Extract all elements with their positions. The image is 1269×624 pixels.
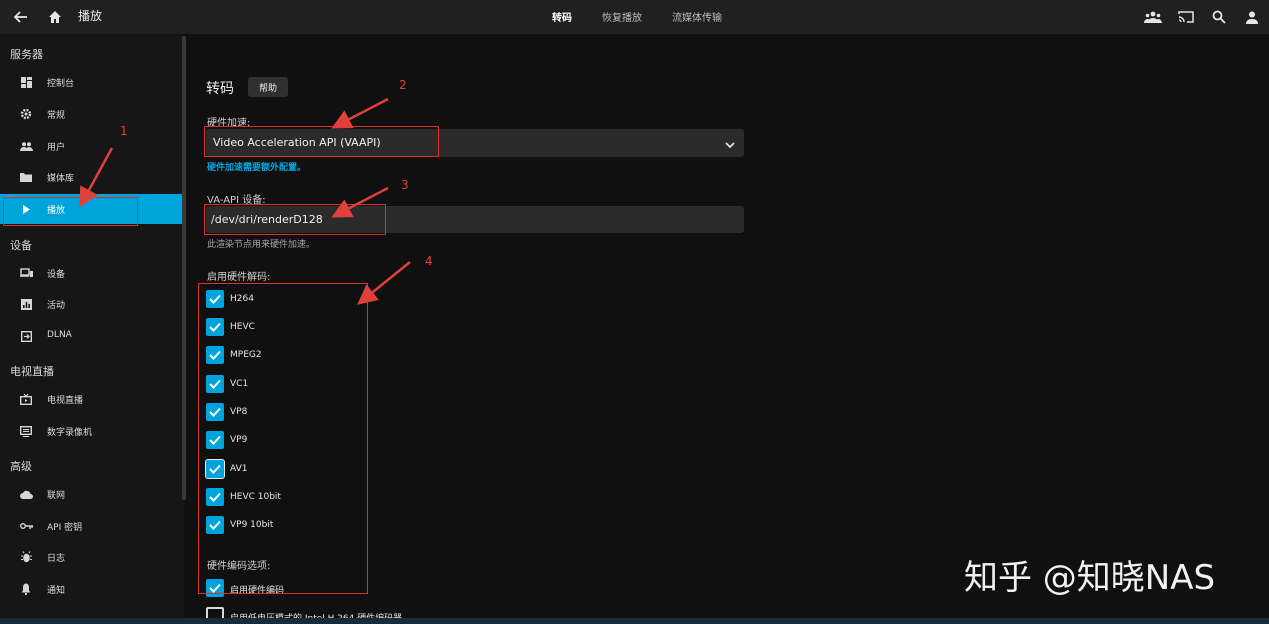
- arrow-left-icon[interactable]: [8, 4, 34, 30]
- activity-icon: [19, 297, 33, 311]
- annotation-box-1: [3, 197, 138, 226]
- sidebar-item-live-tv[interactable]: 电视直播: [0, 384, 184, 414]
- sidebar-item-activity[interactable]: 活动: [0, 289, 184, 319]
- help-button[interactable]: 帮助: [248, 77, 288, 97]
- hw-decoding-label: 启用硬件解码:: [207, 272, 271, 283]
- annotation-box-4: [198, 283, 368, 594]
- dashboard-icon: [19, 75, 33, 89]
- sidebar-header-devices: 设备: [10, 239, 32, 252]
- section-title: 转码: [206, 81, 234, 97]
- sidebar-scrollbar[interactable]: [182, 36, 186, 500]
- annotation-number-4: 4: [425, 254, 433, 268]
- sidebar-item-label: 控制台: [47, 79, 75, 89]
- annotation-arrow-2: [331, 97, 389, 129]
- live-tv-icon: [19, 392, 33, 406]
- sidebar-item-api-keys[interactable]: API 密钥: [0, 511, 184, 541]
- bug-icon: [19, 550, 33, 564]
- annotation-arrow-4: [357, 261, 411, 305]
- sidebar-item-dlna[interactable]: DLNA: [0, 321, 184, 351]
- hw-accel-hint-link[interactable]: 硬件加速需要额外配置。: [207, 160, 306, 173]
- annotation-arrows: [79, 97, 411, 305]
- sidebar-item-label: 通知: [47, 586, 66, 596]
- users-icon[interactable]: [1140, 4, 1166, 30]
- sidebar-item-logs[interactable]: 日志: [0, 542, 184, 572]
- watermark: 知乎 @知晓NAS: [964, 558, 1216, 598]
- sidebar-item-devices[interactable]: 设备: [0, 258, 184, 288]
- sidebar-item-label: DLNA: [47, 330, 72, 340]
- top-bar: 播放 转码 恢复播放 流媒体传输: [0, 0, 1269, 34]
- gear-icon: [19, 107, 33, 121]
- cast-icon[interactable]: [1173, 4, 1199, 30]
- devices-icon: [19, 266, 33, 280]
- annotation-number-1: 1: [120, 124, 128, 138]
- dvr-icon: [19, 424, 33, 438]
- sidebar-item-users[interactable]: 用户: [0, 131, 184, 161]
- user-icon[interactable]: [1239, 4, 1265, 30]
- dlna-icon: [19, 329, 33, 343]
- chevron-down-icon: [724, 136, 736, 149]
- sidebar-item-label: 活动: [47, 301, 66, 311]
- sidebar-item-label: 用户: [47, 143, 66, 153]
- sidebar-item-label: 媒体库: [47, 174, 75, 184]
- sidebar-item-dashboard[interactable]: 控制台: [0, 67, 184, 97]
- annotation-number-2: 2: [399, 78, 407, 92]
- bell-icon: [19, 582, 33, 596]
- sidebar-item-dvr[interactable]: 数字录像机: [0, 416, 184, 446]
- sidebar-item-networking[interactable]: 联网: [0, 479, 184, 509]
- home-icon[interactable]: [42, 4, 68, 30]
- sidebar-header-server: 服务器: [10, 48, 43, 61]
- sidebar-item-general[interactable]: 常规: [0, 99, 184, 129]
- annotation-box-3: [204, 204, 386, 235]
- sidebar-item-label: 联网: [47, 491, 66, 501]
- sidebar-item-libraries[interactable]: 媒体库: [0, 162, 184, 192]
- sidebar-item-label: 日志: [47, 554, 66, 564]
- annotation-box-2: [204, 126, 439, 157]
- sidebar-item-label: 常规: [47, 111, 66, 121]
- sidebar-item-notifications[interactable]: 通知: [0, 574, 184, 604]
- sidebar-item-label: 数字录像机: [47, 428, 93, 438]
- sidebar-item-label: 设备: [47, 270, 66, 280]
- search-icon[interactable]: [1206, 4, 1232, 30]
- page-title: 播放: [78, 9, 103, 23]
- tab-transcoding[interactable]: 转码: [552, 9, 572, 24]
- cloud-icon: [19, 487, 33, 501]
- key-icon: [19, 519, 33, 533]
- tab-streaming[interactable]: 流媒体传输: [672, 9, 722, 24]
- sidebar-item-label: 电视直播: [47, 396, 84, 406]
- tab-resume[interactable]: 恢复播放: [602, 9, 642, 24]
- annotation-number-3: 3: [401, 178, 409, 192]
- users-icon: [19, 139, 33, 153]
- sidebar-header-livetv: 电视直播: [10, 365, 54, 378]
- sidebar-header-advanced: 高级: [10, 460, 32, 473]
- sidebar: 服务器 控制台 常规 用户 媒体库 播放 设备 设备 活动 DLNA 电视直播 …: [0, 34, 184, 624]
- vaapi-device-hint: 此渲染节点用来硬件加速。: [207, 240, 316, 250]
- folder-icon: [19, 170, 33, 184]
- sidebar-item-label: API 密钥: [47, 523, 83, 533]
- os-taskbar: [0, 618, 1269, 624]
